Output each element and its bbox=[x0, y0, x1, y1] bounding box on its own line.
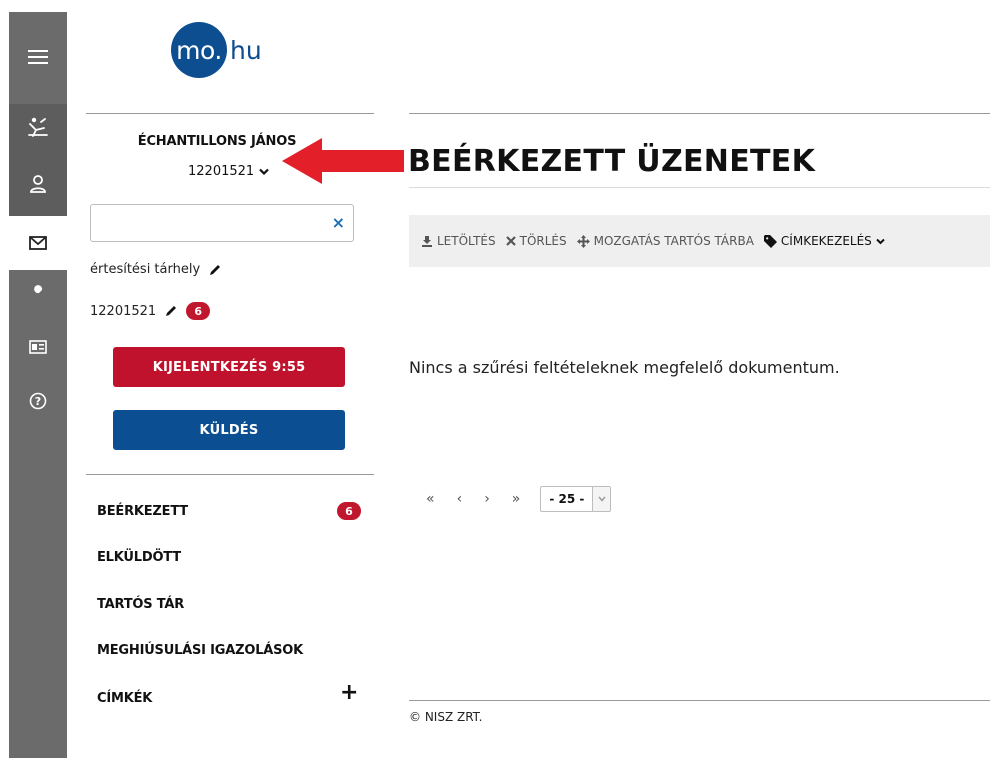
download-label: LETÖLTÉS bbox=[437, 234, 496, 248]
sidebar-divider-top bbox=[86, 113, 374, 114]
search-input[interactable] bbox=[97, 205, 322, 239]
logo-circle: mo. bbox=[171, 22, 227, 78]
footer-copyright: © NISZ ZRT. bbox=[409, 710, 483, 724]
storage-row[interactable]: értesítési tárhely bbox=[90, 262, 222, 277]
download-button[interactable]: LETÖLTÉS bbox=[421, 234, 496, 248]
label-manage-dropdown[interactable]: CÍMKEKEZELÉS bbox=[763, 234, 885, 248]
nav-item-failures[interactable]: MEGHIÚSULÁSI IGAZOLÁSOK bbox=[97, 643, 303, 658]
user-icon[interactable] bbox=[9, 164, 67, 204]
main-divider-top bbox=[409, 113, 990, 114]
first-page-button[interactable]: « bbox=[426, 491, 435, 507]
inbox-badge: 6 bbox=[337, 502, 361, 520]
per-page-select[interactable]: - 25 - bbox=[540, 486, 612, 512]
chevron-down-icon bbox=[876, 238, 885, 244]
id-card-icon[interactable] bbox=[9, 330, 67, 364]
user-id-text: 12201521 bbox=[188, 164, 255, 179]
close-icon bbox=[505, 236, 516, 246]
toolbar: LETÖLTÉS TÖRLÉS MOZGATÁS TARTÓS TÁRBA CÍ… bbox=[409, 215, 990, 267]
logo-tail: hu bbox=[230, 35, 262, 65]
page-title: BEÉRKEZETT ÜZENETEK bbox=[408, 144, 816, 179]
sidebar-divider-nav bbox=[86, 474, 374, 475]
footer-divider bbox=[409, 700, 990, 701]
storage-label: értesítési tárhely bbox=[90, 262, 201, 277]
relax-icon[interactable] bbox=[9, 110, 67, 144]
site-logo[interactable]: mo. hu bbox=[171, 22, 262, 78]
menu-icon[interactable] bbox=[9, 40, 67, 74]
chevron-down-icon bbox=[592, 487, 611, 511]
clear-icon[interactable]: × bbox=[332, 214, 345, 232]
storage-id: 12201521 bbox=[90, 303, 157, 319]
prev-page-button[interactable]: ‹ bbox=[457, 491, 463, 507]
nav-item-sent[interactable]: ELKÜLDÖTT bbox=[97, 550, 181, 565]
logout-button[interactable]: KIJELENTKEZÉS 9:55 bbox=[113, 347, 345, 387]
nav-item-inbox[interactable]: BEÉRKEZETT bbox=[97, 504, 188, 519]
mail-icon[interactable] bbox=[9, 216, 67, 270]
move-icon bbox=[576, 234, 590, 248]
empty-state-message: Nincs a szűrési feltételeknek megfelelő … bbox=[409, 358, 840, 377]
unread-badge: 6 bbox=[186, 302, 211, 320]
last-page-button[interactable]: » bbox=[512, 491, 521, 507]
svg-text:?: ? bbox=[35, 395, 41, 408]
move-button[interactable]: MOZGATÁS TARTÓS TÁRBA bbox=[576, 234, 754, 248]
title-divider bbox=[409, 187, 990, 188]
pencil-icon[interactable] bbox=[208, 263, 222, 277]
per-page-value: - 25 - bbox=[549, 492, 585, 506]
download-icon bbox=[422, 236, 432, 247]
add-label-button[interactable]: + bbox=[340, 682, 358, 704]
icon-rail: ? bbox=[9, 12, 67, 758]
delete-button[interactable]: TÖRLÉS bbox=[505, 234, 567, 248]
send-button[interactable]: KÜLDÉS bbox=[113, 410, 345, 450]
user-id-selector[interactable]: 12201521 bbox=[188, 164, 269, 179]
search-box: × bbox=[90, 204, 354, 242]
delete-label: TÖRLÉS bbox=[519, 234, 567, 248]
chevron-down-icon bbox=[259, 168, 269, 175]
tag-icon bbox=[763, 234, 777, 248]
storage-id-row[interactable]: 12201521 6 bbox=[90, 302, 211, 320]
next-page-button[interactable]: › bbox=[484, 491, 490, 507]
pencil-icon[interactable] bbox=[164, 304, 178, 318]
label-manage-label: CÍMKEKEZELÉS bbox=[780, 234, 872, 248]
annotation-arrow-icon bbox=[282, 138, 404, 184]
wrench-icon[interactable] bbox=[9, 276, 67, 310]
move-label: MOZGATÁS TARTÓS TÁRBA bbox=[593, 234, 754, 248]
nav-item-archive[interactable]: TARTÓS TÁR bbox=[97, 597, 184, 612]
nav-item-labels[interactable]: CÍMKÉK bbox=[97, 691, 152, 706]
help-icon[interactable]: ? bbox=[9, 384, 67, 418]
pagination: « ‹ › » - 25 - bbox=[426, 486, 612, 512]
